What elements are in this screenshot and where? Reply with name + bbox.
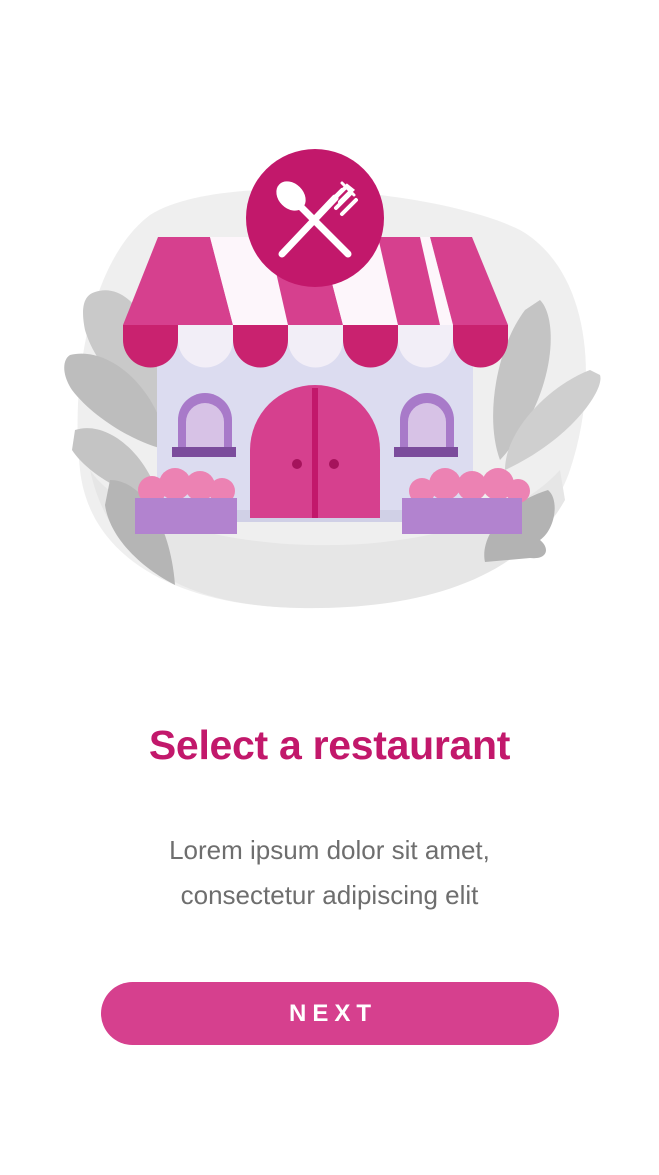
description-line-2: consectetur adipiscing elit <box>180 880 479 910</box>
restaurant-illustration <box>64 149 601 609</box>
description: Lorem ipsum dolor sit amet, consectetur … <box>0 828 659 918</box>
description-line-1: Lorem ipsum dolor sit amet, <box>169 835 490 865</box>
fork-spoon-icon <box>246 149 384 287</box>
onboarding-screen: Select a restaurant Lorem ipsum dolor si… <box>0 0 659 1175</box>
next-button[interactable]: NEXT <box>101 982 559 1045</box>
page-title: Select a restaurant <box>148 722 511 768</box>
door <box>250 385 380 518</box>
